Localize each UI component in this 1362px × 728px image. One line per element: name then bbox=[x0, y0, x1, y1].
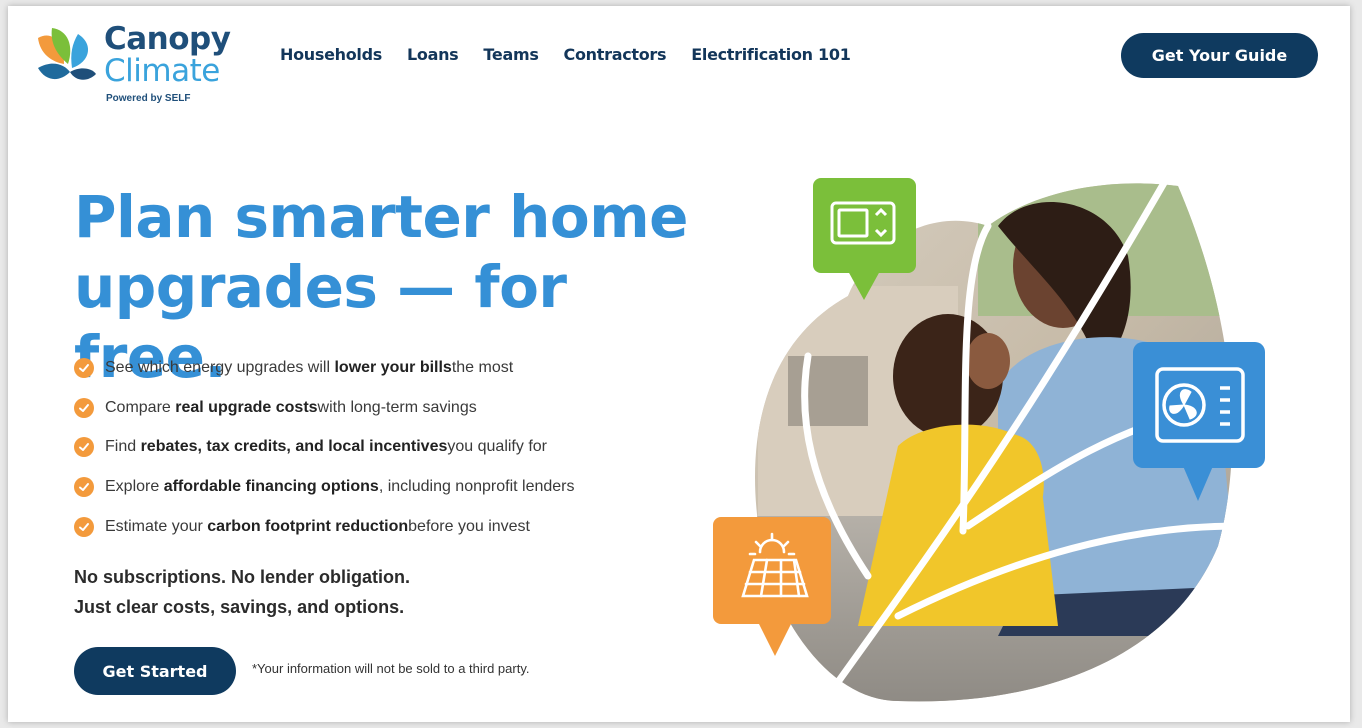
nav-loans[interactable]: Loans bbox=[407, 45, 459, 64]
feature-item: See which energy upgrades will lower you… bbox=[74, 348, 575, 388]
feature-text-bold: real upgrade costs bbox=[175, 398, 318, 416]
nav-electrification-101[interactable]: Electrification 101 bbox=[691, 45, 851, 64]
feature-text-pre: Find bbox=[105, 438, 137, 456]
logo-word-canopy: Canopy bbox=[104, 21, 231, 57]
get-started-button[interactable]: Get Started bbox=[74, 647, 236, 695]
hero-image-collage bbox=[713, 172, 1265, 702]
feature-item: Estimate your carbon footprint reduction… bbox=[74, 507, 575, 547]
feature-text-bold: carbon footprint reduction bbox=[207, 517, 409, 535]
tagline-line2: Just clear costs, savings, and options. bbox=[74, 597, 405, 617]
feature-text-pre: Explore bbox=[105, 477, 160, 495]
get-your-guide-button[interactable]: Get Your Guide bbox=[1121, 33, 1318, 78]
hero-title-line1: Plan smarter home bbox=[74, 183, 688, 251]
feature-item: Explore affordable financing options, in… bbox=[74, 467, 575, 507]
feature-text-bold: rebates, tax credits, and local incentiv… bbox=[140, 438, 448, 456]
feature-item: Compare real upgrade costs with long-ter… bbox=[74, 388, 575, 428]
check-icon bbox=[74, 476, 94, 497]
tagline: No subscriptions. No lender obligation. … bbox=[74, 562, 410, 622]
privacy-disclaimer: *Your information will not be sold to a … bbox=[252, 661, 530, 676]
main-nav: Households Loans Teams Contractors Elect… bbox=[280, 45, 851, 64]
check-icon bbox=[74, 516, 94, 537]
nav-contractors[interactable]: Contractors bbox=[564, 45, 667, 64]
feature-item: Find rebates, tax credits, and local inc… bbox=[74, 427, 575, 467]
feature-text-pre: Estimate your bbox=[105, 517, 203, 535]
nav-households[interactable]: Households bbox=[280, 45, 382, 64]
feature-text-bold: affordable financing options bbox=[163, 477, 379, 495]
feature-list: See which energy upgrades will lower you… bbox=[74, 348, 575, 546]
feature-text-bold: lower your bills bbox=[334, 358, 452, 376]
leaf-logo-icon bbox=[38, 28, 96, 80]
check-icon bbox=[74, 397, 94, 418]
feature-text-post: before you invest bbox=[408, 517, 530, 535]
feature-text-post: you qualify for bbox=[447, 438, 547, 456]
tagline-line1: No subscriptions. No lender obligation. bbox=[74, 567, 411, 587]
feature-text-post: , including nonprofit lenders bbox=[378, 477, 575, 495]
check-icon bbox=[74, 357, 94, 378]
logo-word-climate: Climate bbox=[104, 53, 220, 89]
check-icon bbox=[74, 437, 94, 458]
nav-teams[interactable]: Teams bbox=[483, 45, 538, 64]
logo[interactable]: Canopy Climate Powered by SELF bbox=[34, 18, 234, 108]
feature-text-post: with long-term savings bbox=[317, 398, 477, 416]
feature-text-post: the most bbox=[451, 358, 514, 376]
feature-text-pre: Compare bbox=[105, 398, 171, 416]
feature-text-pre: See which energy upgrades will bbox=[105, 358, 331, 376]
powered-by-label: Powered by SELF bbox=[106, 93, 191, 104]
page: Canopy Climate Powered by SELF Household… bbox=[8, 6, 1350, 722]
